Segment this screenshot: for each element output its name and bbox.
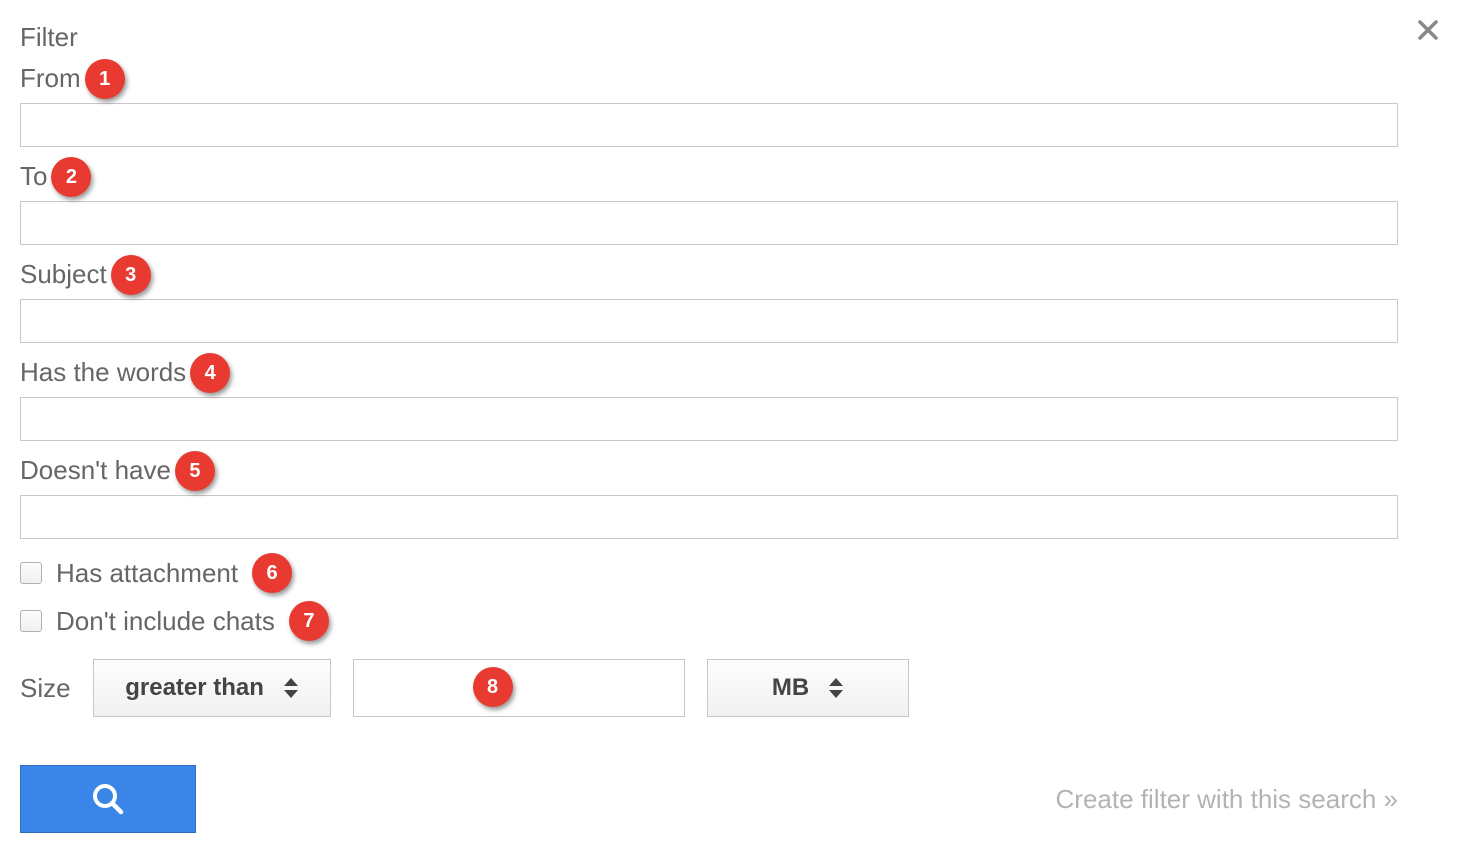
size-compare-select[interactable]: greater than: [93, 659, 331, 717]
stepper-icon: [284, 678, 298, 698]
size-label: Size: [20, 673, 71, 704]
dont-include-chats-row: Don't include chats 7: [20, 601, 1446, 641]
to-label: To: [20, 161, 47, 192]
annotation-badge-1: 1: [85, 59, 125, 99]
subject-input[interactable]: [20, 299, 1398, 343]
from-input[interactable]: [20, 103, 1398, 147]
field-doesnt-have: Doesn't have 5: [20, 451, 1446, 539]
close-icon: [1416, 18, 1440, 42]
size-value-input[interactable]: [353, 659, 685, 717]
doesnt-have-label: Doesn't have: [20, 455, 171, 486]
search-icon: [89, 780, 127, 818]
has-attachment-label: Has attachment: [56, 558, 238, 589]
size-row: Size greater than 8 MB: [20, 659, 1446, 717]
has-words-input[interactable]: [20, 397, 1398, 441]
dialog-title: Filter: [20, 22, 1446, 53]
size-unit-value: MB: [772, 674, 809, 702]
subject-label: Subject: [20, 259, 107, 290]
create-filter-link[interactable]: Create filter with this search »: [1056, 784, 1398, 815]
annotation-badge-2: 2: [51, 157, 91, 197]
dont-include-chats-label: Don't include chats: [56, 606, 275, 637]
close-button[interactable]: [1416, 18, 1440, 42]
dont-include-chats-checkbox[interactable]: [20, 610, 42, 632]
filter-dialog: Filter From 1 To 2 Subject 3 Has the wor…: [0, 0, 1466, 853]
annotation-badge-7: 7: [289, 601, 329, 641]
field-from: From 1: [20, 59, 1446, 147]
has-attachment-row: Has attachment 6: [20, 553, 1446, 593]
size-unit-select[interactable]: MB: [707, 659, 909, 717]
annotation-badge-8: 8: [473, 667, 513, 707]
annotation-badge-3: 3: [111, 255, 151, 295]
doesnt-have-input[interactable]: [20, 495, 1398, 539]
has-attachment-checkbox[interactable]: [20, 562, 42, 584]
annotation-badge-4: 4: [190, 353, 230, 393]
search-button[interactable]: [20, 765, 196, 833]
annotation-badge-6: 6: [252, 553, 292, 593]
has-words-label: Has the words: [20, 357, 186, 388]
field-has-words: Has the words 4: [20, 353, 1446, 441]
annotation-badge-5: 5: [175, 451, 215, 491]
field-subject: Subject 3: [20, 255, 1446, 343]
from-label: From: [20, 63, 81, 94]
dialog-footer: Create filter with this search »: [20, 765, 1398, 833]
size-compare-value: greater than: [125, 674, 264, 702]
field-to: To 2: [20, 157, 1446, 245]
stepper-icon: [829, 678, 843, 698]
to-input[interactable]: [20, 201, 1398, 245]
